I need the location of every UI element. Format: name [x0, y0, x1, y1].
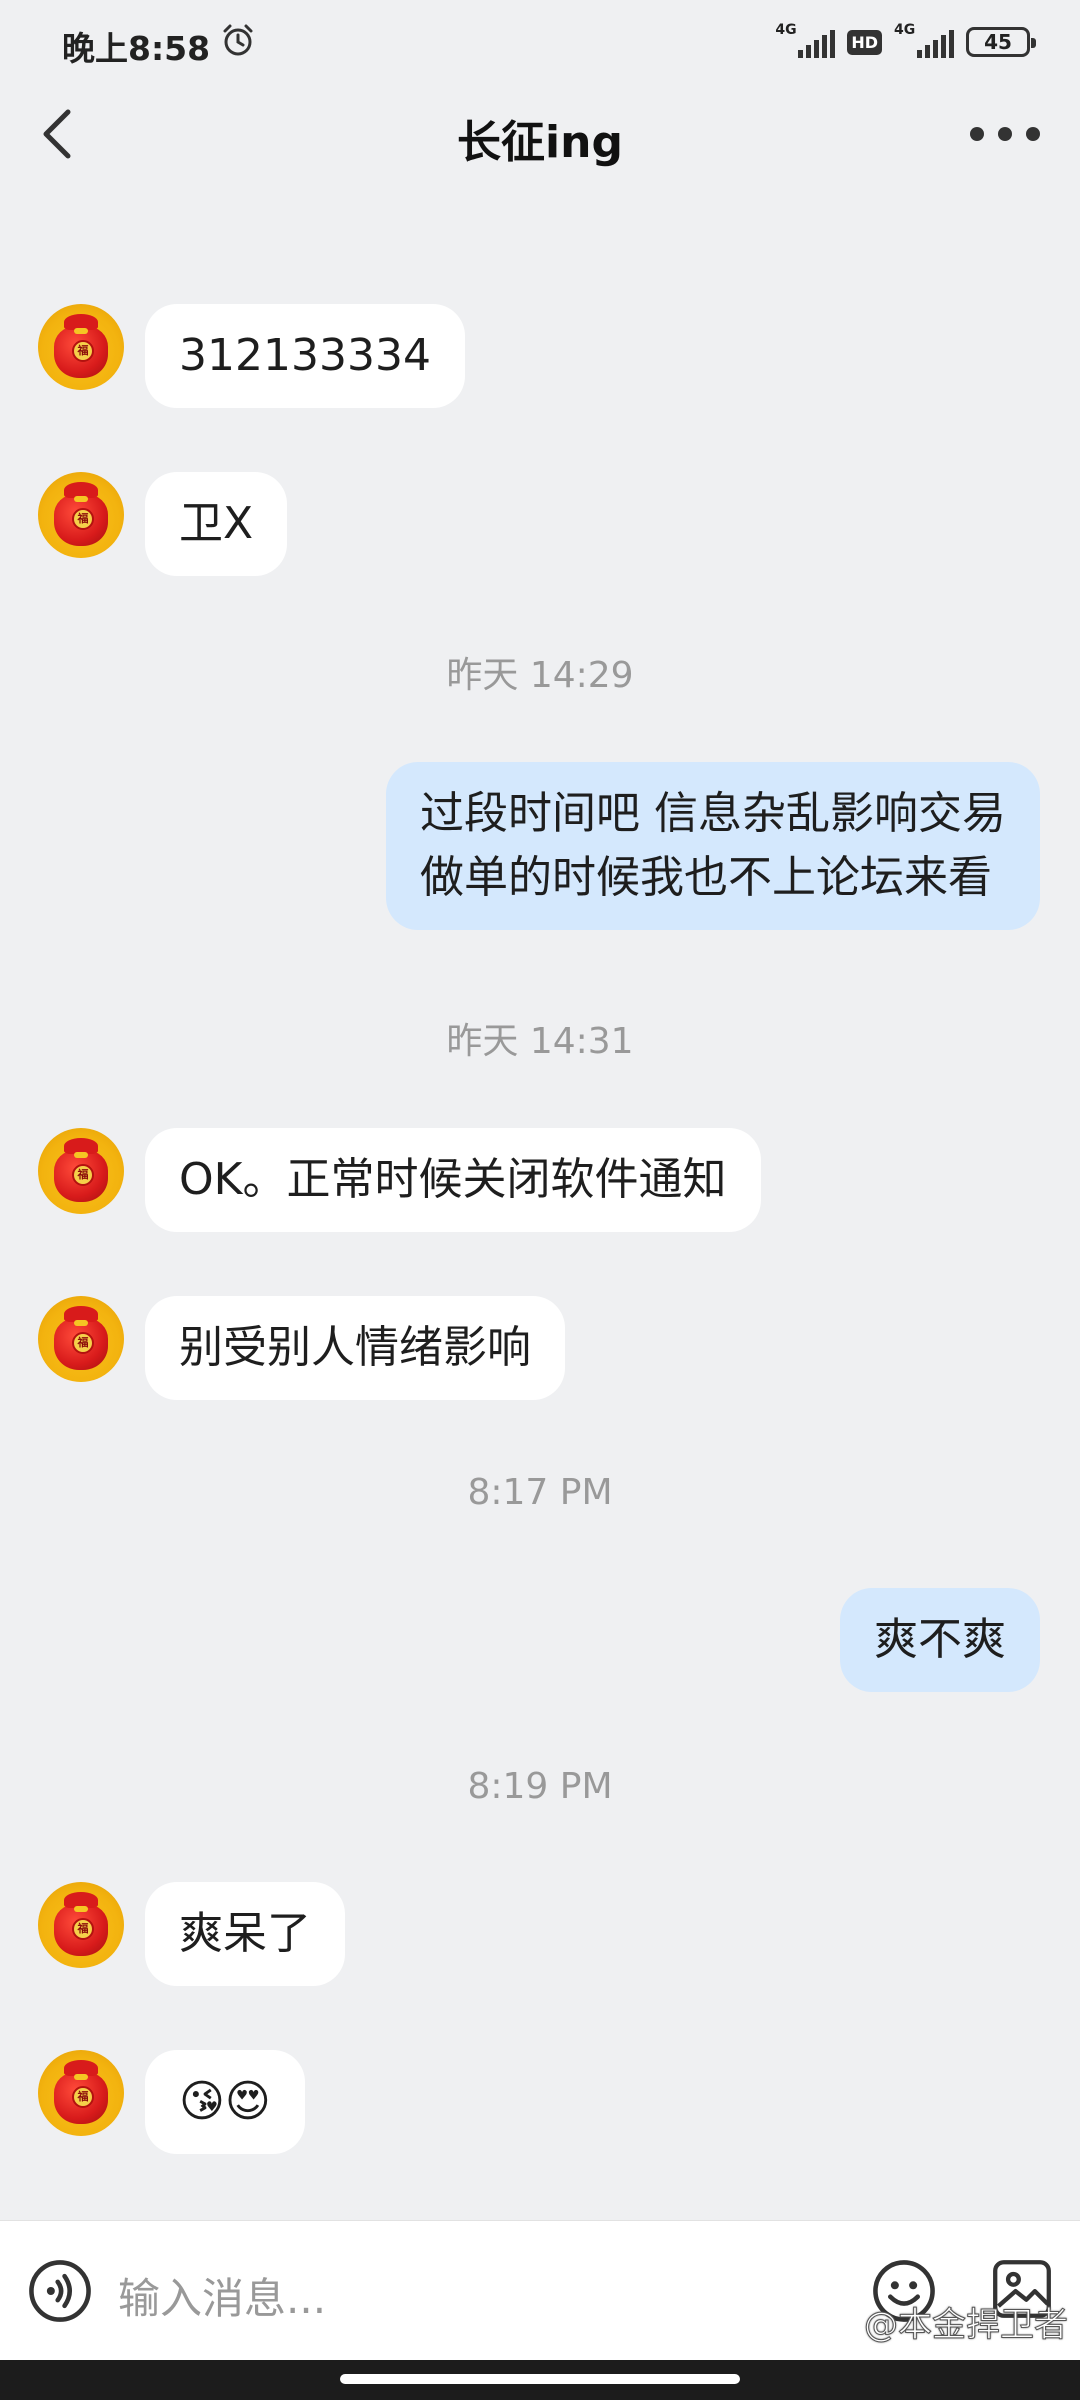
status-indicators: 4G HD 4G 45	[775, 22, 1036, 62]
red-lucky-bag-avatar[interactable]: 福	[38, 472, 124, 558]
outgoing-message-bubble[interactable]: 爽不爽	[840, 1588, 1040, 1692]
home-indicator[interactable]	[340, 2374, 740, 2384]
red-lucky-bag-avatar[interactable]: 福	[38, 1128, 124, 1214]
message-input[interactable]: 输入消息...	[118, 2265, 326, 2326]
watermark: @本金捍卫者	[864, 2305, 1069, 2346]
incoming-message-bubble[interactable]: 😘😍	[145, 2050, 305, 2154]
battery-indicator: 45	[966, 27, 1036, 57]
status-bar: 晚上8:58 4G HD 4G 45	[0, 0, 1080, 84]
message-timestamp: 昨天 14:29	[446, 655, 634, 696]
incoming-message-bubble[interactable]: OK。正常时候关闭软件通知	[145, 1128, 761, 1232]
incoming-message-bubble[interactable]: 312133334	[145, 304, 465, 408]
gesture-bar	[0, 2360, 1080, 2400]
outgoing-message-bubble[interactable]: 过段时间吧 信息杂乱影响交易 做单的时候我也不上论坛来看	[386, 762, 1040, 930]
message-text: 别受别人情绪影响	[179, 1322, 531, 1373]
message-line: 过段时间吧 信息杂乱影响交易	[420, 788, 1006, 839]
chat-header: 长征ing	[0, 84, 1080, 184]
message-timestamp: 8:17 PM	[467, 1472, 613, 1513]
message-timestamp: 8:19 PM	[467, 1766, 613, 1807]
message-text: OK。正常时候关闭软件通知	[179, 1154, 727, 1205]
input-bar: 输入消息... @本金捍卫者	[0, 2220, 1080, 2361]
message-text: 312133334	[179, 330, 431, 381]
red-lucky-bag-avatar[interactable]: 福	[38, 1882, 124, 1968]
red-lucky-bag-avatar[interactable]: 福	[38, 2050, 124, 2136]
more-dots-icon[interactable]	[970, 112, 1040, 156]
incoming-message-bubble[interactable]: 别受别人情绪影响	[145, 1296, 565, 1400]
signal-icon: 4G	[775, 22, 836, 62]
red-lucky-bag-avatar[interactable]: 福	[38, 304, 124, 390]
message-timestamp: 昨天 14:31	[446, 1021, 634, 1062]
page-title: 长征ing	[457, 117, 623, 168]
message-text: 😘😍	[179, 2076, 271, 2127]
status-time: 晚上8:58	[62, 29, 211, 68]
message-line: 做单的时候我也不上论坛来看	[420, 852, 992, 903]
incoming-message-bubble[interactable]: 卫X	[145, 472, 288, 576]
red-lucky-bag-avatar[interactable]: 福	[38, 1296, 124, 1382]
incoming-message-bubble[interactable]: 爽呆了	[145, 1882, 345, 1986]
signal-icon-2: 4G	[894, 22, 954, 62]
message-text: 爽呆了	[179, 1908, 311, 1959]
message-text: 爽不爽	[874, 1614, 1006, 1665]
hd-badge: HD	[847, 29, 882, 55]
message-list[interactable]: 福是福312133334福卫X昨天 14:29过段时间吧 信息杂乱影响交易做单的…	[0, 184, 1080, 2220]
alarm-clock-icon	[223, 24, 253, 56]
voice-icon[interactable]	[28, 2259, 92, 2323]
message-text: 卫X	[179, 498, 254, 549]
